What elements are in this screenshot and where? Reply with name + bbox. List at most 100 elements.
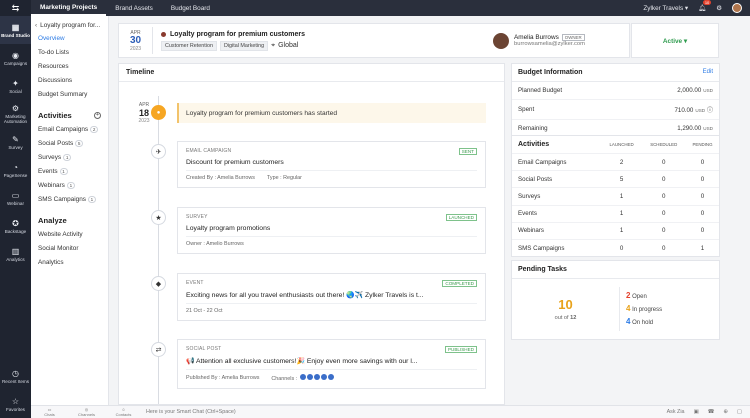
owner-email: burrowsamelia@zylker.com bbox=[514, 41, 585, 47]
card-meta-1: 21 Oct - 22 Oct bbox=[186, 308, 223, 314]
nav-website-activity[interactable]: Website Activity bbox=[31, 227, 108, 241]
timeline-card-survey[interactable]: SURVEY LAUNCHED Loyalty program promotio… bbox=[177, 207, 486, 254]
tab-marketing-projects[interactable]: Marketing Projects bbox=[31, 0, 107, 16]
rail-item-social[interactable]: ✦ Social bbox=[0, 72, 31, 100]
project-date: APR 30 2023 bbox=[119, 27, 153, 54]
table-row[interactable]: Social Posts 5 0 0 bbox=[512, 170, 719, 188]
nav-events[interactable]: Events 1 bbox=[31, 164, 108, 178]
table-row[interactable]: Events 1 0 0 bbox=[512, 204, 719, 223]
rail-item-backstage[interactable]: ✪ Backstage bbox=[0, 212, 31, 240]
out-of-label: out of 12 bbox=[512, 315, 619, 321]
survey-icon: ★ bbox=[151, 210, 166, 225]
nav-budget-summary[interactable]: Budget Summary bbox=[31, 87, 108, 101]
budget-title: Budget Information bbox=[518, 69, 583, 76]
status-dropdown[interactable]: Active ▾ bbox=[631, 23, 719, 58]
table-row[interactable]: Email Campaigns 2 0 0 bbox=[512, 152, 719, 171]
card-meta: Published By : Amelia Burrows Channels : bbox=[186, 369, 477, 382]
edit-budget-link[interactable]: Edit bbox=[703, 69, 713, 76]
row-label: Events bbox=[512, 204, 602, 223]
timeline-card-email-campaign[interactable]: EMAIL CAMPAIGN SENT Discount for premium… bbox=[177, 141, 486, 188]
notification-badge: 10 bbox=[702, 0, 712, 5]
bb-label: Channels bbox=[78, 412, 95, 417]
rail-item-webinar[interactable]: ▭ Webinar bbox=[0, 184, 31, 212]
owner-block: Amelia Burrows OWNER burrowsamelia@zylker… bbox=[493, 32, 629, 49]
timeline-card-event[interactable]: EVENT COMPLETED Exciting news for all yo… bbox=[177, 273, 486, 321]
nav-surveys[interactable]: Surveys 1 bbox=[31, 150, 108, 164]
date-year: 2023 bbox=[129, 45, 142, 52]
card-title: 📢 Attention all exclusive customers!🎉 En… bbox=[186, 358, 418, 365]
rail-item-brand-studio[interactable]: ▦ Brand Studio bbox=[0, 16, 31, 44]
window-icon[interactable]: ▢ bbox=[737, 409, 742, 415]
rail-item-campaigns[interactable]: ◉ Campaigns bbox=[0, 44, 31, 72]
project-title-text: Loyalty program for premium customers bbox=[170, 30, 305, 38]
nav-email-campaigns[interactable]: Email Campaigns 2 bbox=[31, 122, 108, 136]
pending-open[interactable]: 2 Open bbox=[626, 290, 662, 303]
channels-button[interactable]: ◎ Channels bbox=[68, 407, 105, 417]
bottom-bar: ▭ Chats ◎ Channels ☺ Contacts Here is your … bbox=[31, 405, 750, 418]
phone-icon[interactable]: ☎ bbox=[708, 409, 715, 415]
nav-label: Webinars bbox=[38, 181, 65, 189]
chevron-left-icon: ‹ bbox=[35, 22, 38, 29]
rail-item-analytics[interactable]: ▥ Analytics bbox=[0, 240, 31, 268]
timeline-card-social-post[interactable]: SOCIAL POST PUBLISHED 📢 Attention all ex… bbox=[177, 339, 486, 389]
rail-bottom: ◷ Recent Items ☆ Favorites bbox=[0, 362, 31, 418]
nav-overview[interactable]: Overview bbox=[31, 31, 108, 45]
rail-item-marketing-automation[interactable]: ⚙ Marketing Automation bbox=[0, 100, 31, 128]
owner-name: Amelia Burrows bbox=[514, 34, 559, 41]
budget-value-group: 2,000.00 USD bbox=[677, 87, 713, 94]
table-row[interactable]: Webinars 1 0 0 bbox=[512, 221, 719, 240]
tab-budget-board[interactable]: Budget Board bbox=[162, 0, 219, 16]
contacts-button[interactable]: ☺ Contacts bbox=[105, 407, 142, 417]
back-link[interactable]: ‹ Loyalty program for... bbox=[31, 20, 108, 31]
nav-sms-campaigns[interactable]: SMS Campaigns 1 bbox=[31, 192, 108, 206]
globe-icon[interactable]: ⊕ bbox=[723, 409, 728, 415]
smart-chat-input[interactable]: Here is your Smart Chat (Ctrl+Space) bbox=[146, 409, 667, 415]
rail-label: Webinar bbox=[6, 200, 25, 206]
rail-label: Analytics bbox=[6, 256, 25, 262]
date-day: 30 bbox=[129, 34, 142, 46]
settings-icon[interactable]: ⚙ bbox=[716, 4, 722, 12]
table-row[interactable]: SMS Campaigns 0 0 1 bbox=[512, 238, 719, 257]
row-label: Webinars bbox=[512, 221, 602, 240]
tab-brand-assets[interactable]: Brand Assets bbox=[106, 0, 162, 16]
info-icon[interactable]: ⓘ bbox=[707, 107, 713, 114]
nav-analytics[interactable]: Analytics bbox=[31, 255, 108, 269]
owner-details: Amelia Burrows OWNER burrowsamelia@zylker… bbox=[514, 34, 585, 47]
nav-todo-lists[interactable]: To-do Lists bbox=[31, 45, 108, 59]
rail-label: Social bbox=[9, 88, 22, 94]
budget-value: 710.00 bbox=[674, 107, 694, 114]
rail-item-pagesense[interactable]: ◔ PageSense bbox=[0, 156, 31, 184]
org-switcher[interactable]: Zylker Travels ▾ bbox=[643, 4, 688, 12]
add-activity-icon[interactable]: + bbox=[94, 112, 101, 119]
notifications-button[interactable]: 🔔︎ 10 bbox=[698, 0, 712, 12]
user-avatar[interactable] bbox=[732, 3, 742, 13]
card-title: Loyalty program promotions bbox=[186, 225, 271, 232]
pending-in-progress[interactable]: 4 In progress bbox=[626, 303, 662, 316]
screen-icon[interactable]: ▣ bbox=[694, 409, 699, 415]
nav-discussions[interactable]: Discussions bbox=[31, 73, 108, 87]
activities-card: Activities LAUNCHED SCHEDULED PENDING Em… bbox=[511, 135, 720, 258]
email-campaign-icon: ✈ bbox=[151, 144, 166, 159]
rail-item-recent-items[interactable]: ◷ Recent Items bbox=[0, 362, 31, 390]
status-label: Active ▾ bbox=[662, 37, 688, 45]
menu-toggle-icon[interactable]: ⇆ bbox=[0, 0, 31, 16]
pending-on-hold[interactable]: 4 On hold bbox=[626, 316, 662, 329]
timeline-panel: Timeline APR 18 2023 ● Loyalty program f… bbox=[118, 63, 505, 405]
nav-social-monitor[interactable]: Social Monitor bbox=[31, 241, 108, 255]
nav-social-posts[interactable]: Social Posts 5 bbox=[31, 136, 108, 150]
row-label: Email Campaigns bbox=[512, 152, 602, 171]
progress-count: 4 bbox=[626, 303, 631, 313]
cell: 0 bbox=[641, 170, 687, 188]
section-title: Activities bbox=[38, 111, 72, 120]
rail-item-survey[interactable]: ✎ Survey bbox=[0, 128, 31, 156]
rail-item-favorites[interactable]: ☆ Favorites bbox=[0, 390, 31, 418]
table-row[interactable]: Surveys 1 0 0 bbox=[512, 187, 719, 206]
nav-resources[interactable]: Resources bbox=[31, 59, 108, 73]
ask-zia-button[interactable]: Ask Zia bbox=[667, 409, 685, 415]
instagram-icon bbox=[320, 374, 327, 380]
location-pin-icon: ⌖ bbox=[271, 41, 276, 49]
chats-button[interactable]: ▭ Chats bbox=[31, 407, 68, 417]
channel-icon bbox=[327, 374, 334, 380]
nav-webinars[interactable]: Webinars 1 bbox=[31, 178, 108, 192]
section-title: Analyze bbox=[38, 216, 67, 225]
